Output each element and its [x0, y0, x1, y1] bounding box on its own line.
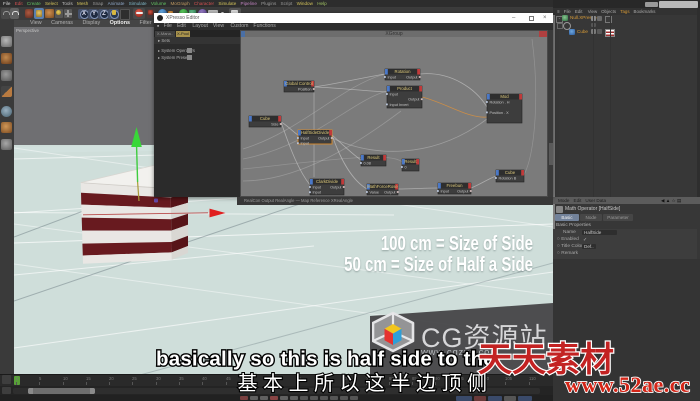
svg-text:www.52ae.cc: www.52ae.cc [565, 372, 690, 397]
